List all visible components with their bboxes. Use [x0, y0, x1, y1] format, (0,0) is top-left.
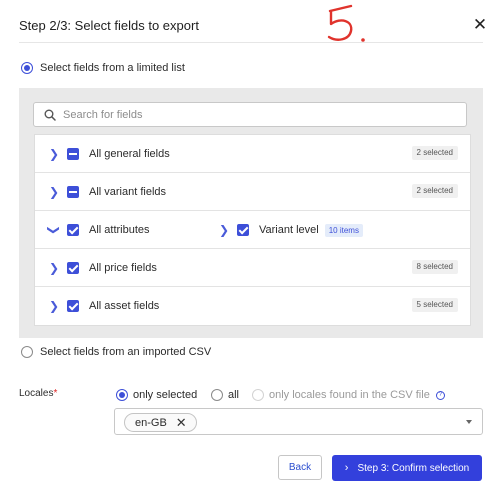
dropdown-caret-icon[interactable]	[466, 420, 472, 424]
help-icon[interactable]: ?	[435, 390, 445, 400]
csv-locales-label: only locales found in the CSV file	[269, 389, 430, 401]
locale-chip-label: en-GB	[135, 416, 167, 429]
limited-list-option[interactable]: Select fields from a limited list	[21, 62, 185, 74]
chevron-right-icon[interactable]: ❯	[219, 223, 229, 237]
field-group-row: ❯ All general fields 2 selected	[35, 135, 470, 173]
field-group-list: ❯ All general fields 2 selected ❯ All va…	[34, 134, 471, 326]
limited-list-radio[interactable]	[21, 62, 33, 74]
subgroup-checkbox[interactable]	[237, 224, 249, 236]
group-checkbox[interactable]	[67, 261, 79, 274]
selected-count-badge: 2 selected	[411, 184, 458, 198]
field-search[interactable]	[33, 102, 467, 127]
chevron-right-icon[interactable]: ❯	[49, 185, 59, 199]
all-radio[interactable]	[211, 389, 223, 401]
locale-option-csv: only locales found in the CSV file ?	[252, 389, 445, 401]
chevron-right-icon[interactable]: ❯	[49, 261, 59, 275]
selected-count-badge: 2 selected	[411, 146, 458, 160]
csv-locales-radio	[252, 389, 264, 401]
group-label: All general fields	[89, 147, 170, 160]
imported-csv-radio[interactable]	[21, 346, 33, 358]
variant-level-subgroup: ❯ Variant level 10 items	[219, 211, 363, 249]
chevron-right-icon[interactable]: ❯	[49, 299, 59, 313]
header-divider	[19, 42, 483, 43]
field-group-row: ❯ All asset fields 5 selected	[35, 287, 470, 325]
only-selected-radio[interactable]	[116, 389, 128, 401]
all-label: all	[228, 389, 240, 401]
selected-count-badge: 5 selected	[411, 298, 458, 312]
group-checkbox[interactable]	[67, 147, 79, 160]
limited-list-label: Select fields from a limited list	[40, 62, 185, 74]
locales-label: Locales*	[19, 388, 57, 399]
chevron-down-icon[interactable]: ❯	[47, 224, 61, 234]
locale-multiselect[interactable]: en-GB ✕	[114, 408, 483, 435]
group-label: All asset fields	[89, 300, 160, 312]
search-icon	[44, 109, 56, 121]
field-group-row: ❯ All attributes ❯ Variant level 10 item…	[35, 211, 470, 249]
subgroup-label: Variant level	[259, 224, 319, 236]
imported-csv-option[interactable]: Select fields from an imported CSV	[21, 346, 211, 358]
handwritten-annotation	[327, 4, 365, 42]
imported-csv-label: Select fields from an imported CSV	[40, 346, 212, 358]
dialog-title: Step 2/3: Select fields to export	[19, 18, 199, 33]
locale-option-only-selected[interactable]: only selected	[116, 389, 197, 401]
group-checkbox[interactable]	[67, 300, 79, 312]
next-step-label: Step 3: Confirm selection	[357, 462, 470, 474]
field-group-row: ❯ All variant fields 2 selected	[35, 173, 470, 211]
remove-chip-icon[interactable]: ✕	[176, 416, 187, 429]
group-checkbox[interactable]	[67, 223, 79, 236]
group-label: All price fields	[89, 261, 157, 274]
dialog-header: Step 2/3: Select fields to export ✕	[19, 15, 489, 43]
back-button[interactable]: Back	[278, 455, 322, 480]
group-label: All attributes	[89, 223, 150, 236]
next-step-button[interactable]: › Step 3: Confirm selection	[332, 455, 482, 481]
locales-label-text: Locales	[19, 388, 54, 399]
group-label: All variant fields	[89, 185, 167, 198]
field-group-row: ❯ All price fields 8 selected	[35, 249, 470, 287]
locale-chip: en-GB ✕	[124, 413, 197, 432]
locale-option-all[interactable]: all	[211, 389, 239, 401]
group-checkbox[interactable]	[67, 185, 79, 198]
items-count-badge: 10 items	[324, 223, 363, 237]
selected-count-badge: 8 selected	[411, 260, 458, 274]
search-input[interactable]	[63, 108, 443, 121]
only-selected-label: only selected	[133, 389, 198, 401]
export-dialog: Step 2/3: Select fields to export ✕ Sele…	[0, 0, 504, 496]
chevron-right-icon[interactable]: ❯	[49, 147, 59, 161]
chevron-right-icon: ›	[344, 462, 349, 474]
required-mark: *	[53, 388, 58, 399]
close-icon[interactable]: ✕	[471, 16, 489, 34]
